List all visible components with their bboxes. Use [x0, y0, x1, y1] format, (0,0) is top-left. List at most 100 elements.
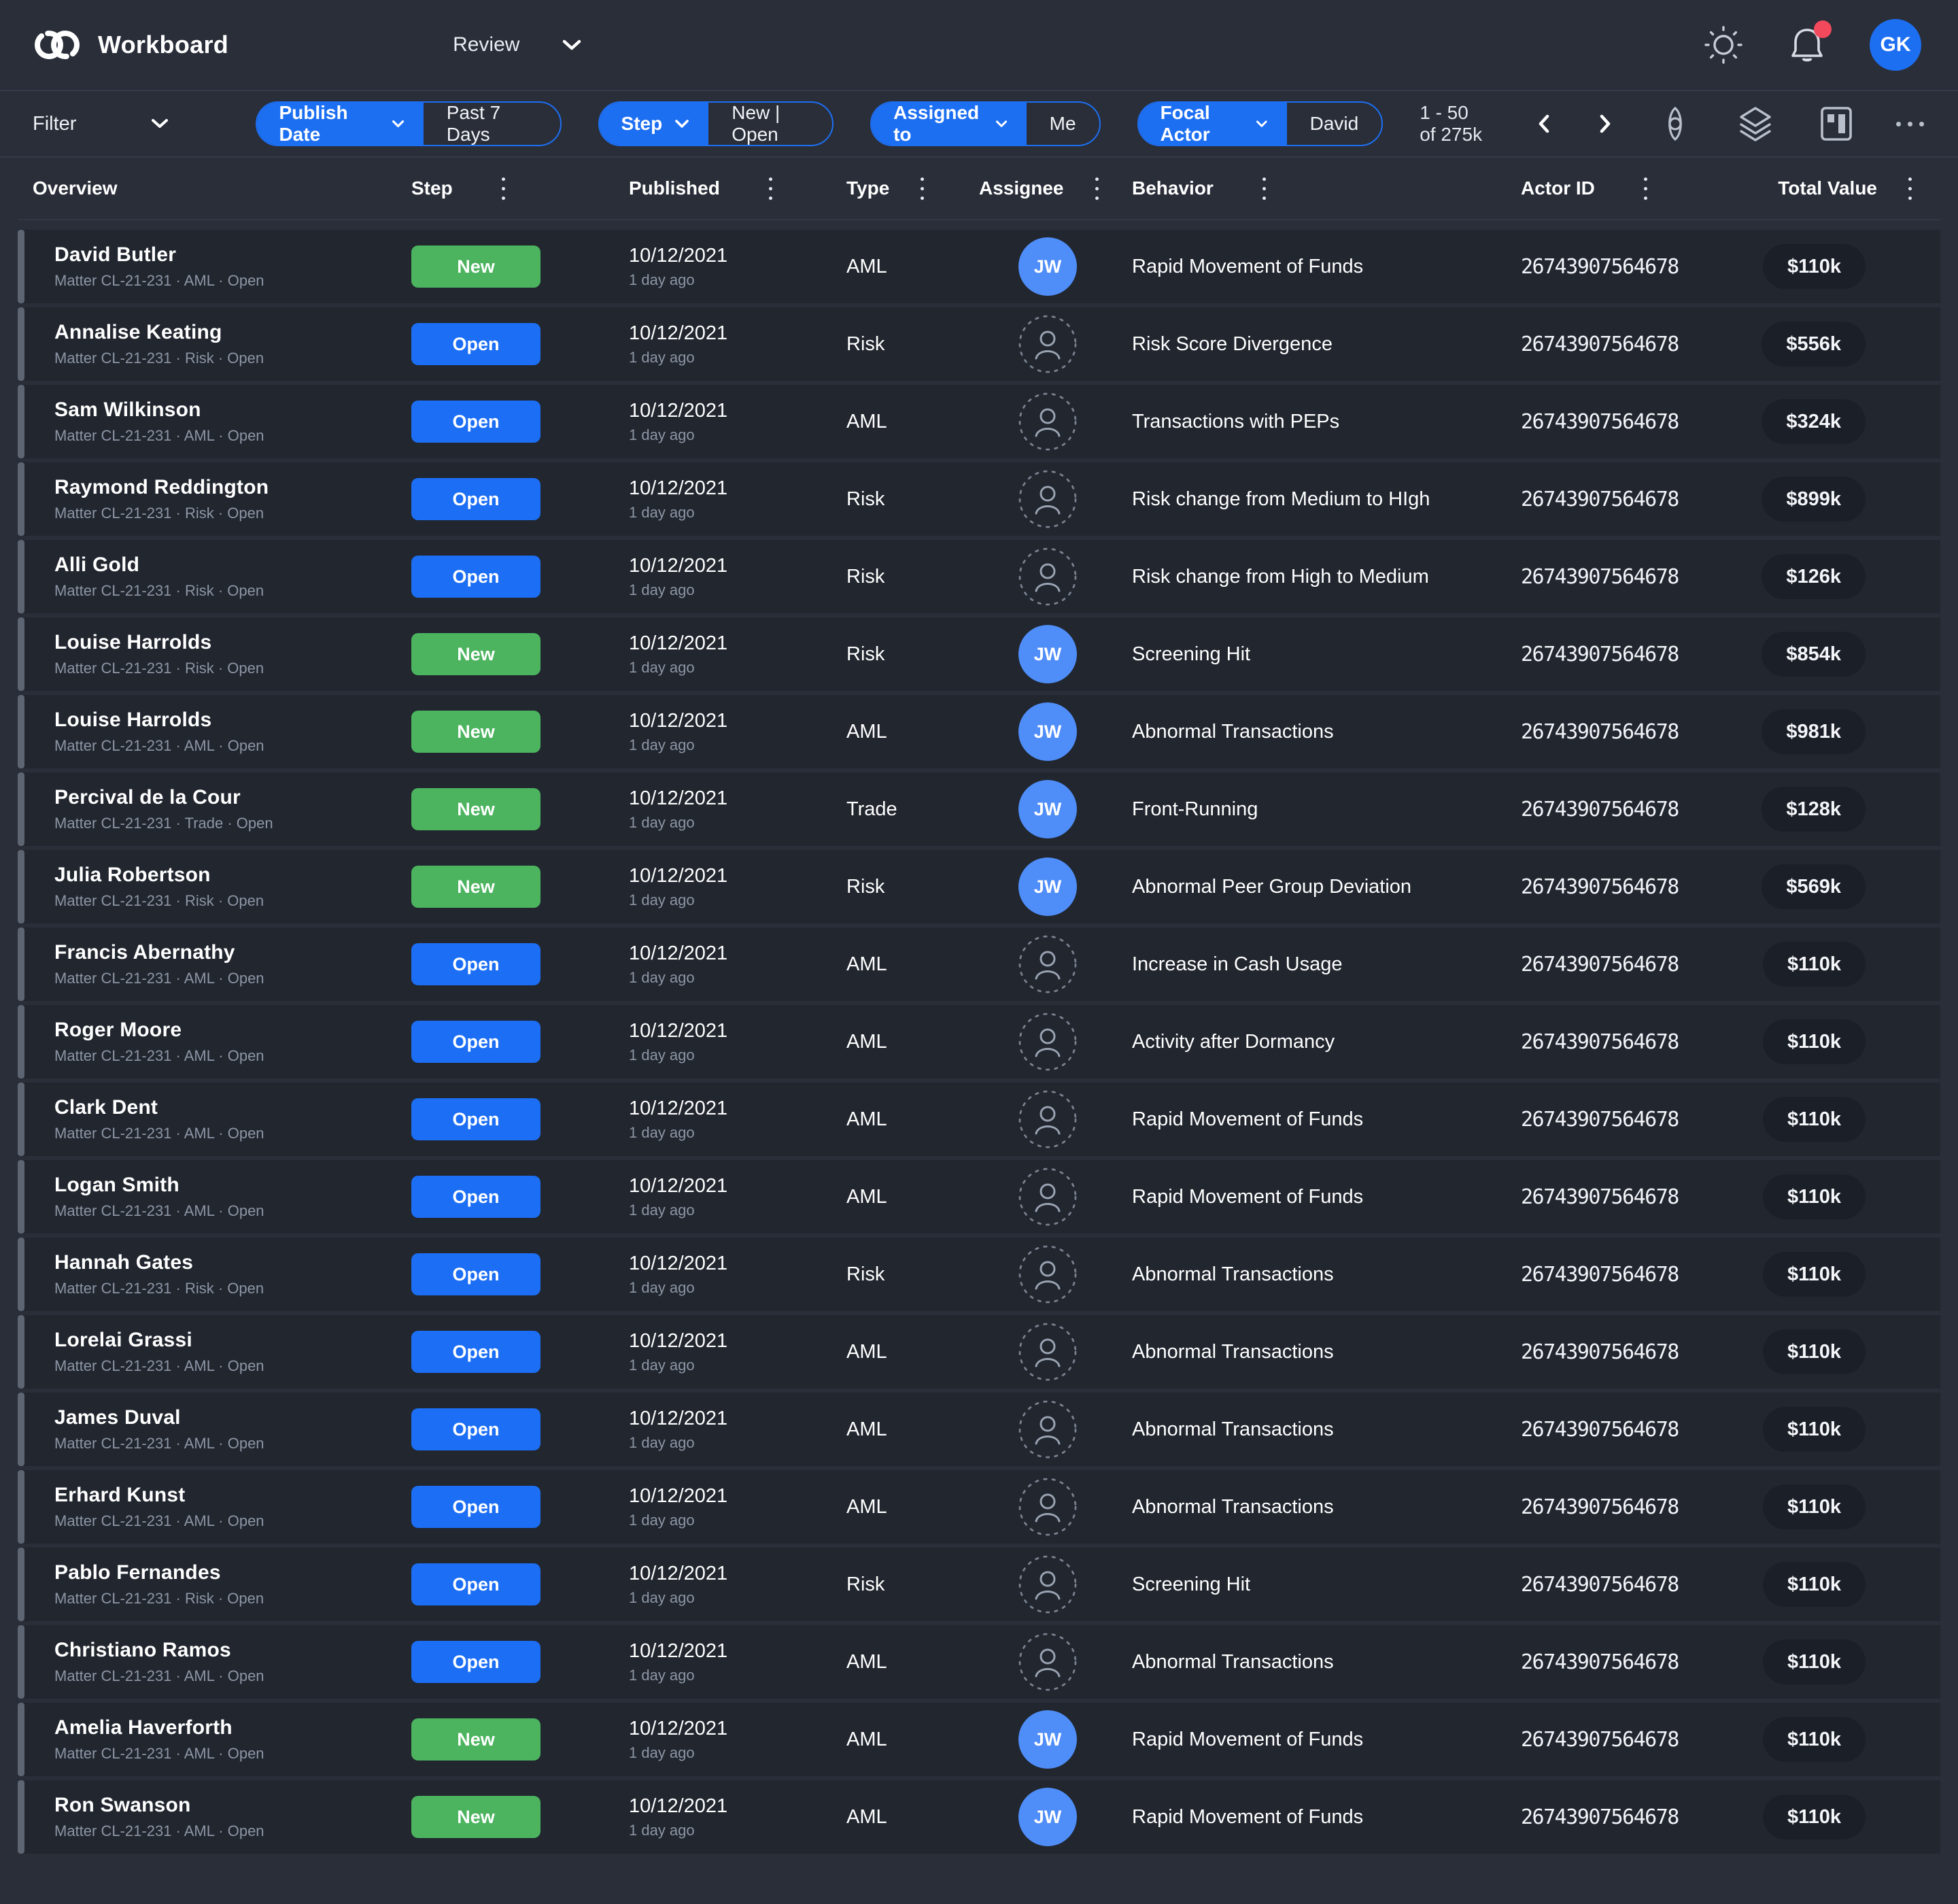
table-row[interactable]: Pablo Fernandes Matter CL-21-231 · Risk … [18, 1548, 1940, 1621]
assignee-avatar: JW [1018, 1788, 1077, 1846]
layers-icon[interactable] [1734, 101, 1776, 146]
more-options-icon[interactable] [1896, 122, 1924, 126]
total-value-badge: $110k [1763, 1562, 1866, 1607]
actor-id: 26743907564678 [1505, 488, 1730, 511]
type-label: Trade [831, 798, 963, 821]
type-label: Risk [831, 1574, 963, 1596]
table-row[interactable]: Louise Harrolds Matter CL-21-231 · AML ·… [18, 695, 1940, 768]
table-row[interactable]: Logan Smith Matter CL-21-231 · AML · Ope… [18, 1160, 1940, 1234]
matter-name: Alli Gold [54, 554, 264, 577]
step-badge: Open [411, 1331, 540, 1373]
brand: Workboard [33, 25, 228, 65]
column-menu-icon[interactable] [1258, 175, 1270, 203]
row-accent-bar [18, 540, 24, 613]
published-age: 1 day ago [629, 504, 831, 522]
notifications-bell-icon[interactable] [1788, 24, 1826, 65]
column-header-overview: Overview [18, 177, 396, 199]
assignee-avatar [1018, 1400, 1077, 1459]
step-badge: Open [411, 323, 540, 365]
table-row[interactable]: Ron Swanson Matter CL-21-231 · AML · Ope… [18, 1780, 1940, 1854]
behavior-label: Rapid Movement of Funds [1116, 1806, 1505, 1829]
published-date: 10/12/2021 [629, 1718, 831, 1740]
published-age: 1 day ago [629, 1512, 831, 1529]
behavior-label: Increase in Cash Usage [1116, 953, 1505, 976]
total-value-badge: $110k [1763, 1019, 1866, 1064]
column-menu-icon[interactable] [1091, 175, 1103, 203]
column-menu-icon[interactable] [498, 175, 509, 203]
row-accent-bar [18, 1393, 24, 1466]
table-row[interactable]: Amelia Haverforth Matter CL-21-231 · AML… [18, 1703, 1940, 1776]
matter-name: David Butler [54, 243, 264, 267]
actor-id: 26743907564678 [1505, 410, 1730, 434]
actor-id: 26743907564678 [1505, 1495, 1730, 1519]
table-row[interactable]: Lorelai Grassi Matter CL-21-231 · AML · … [18, 1315, 1940, 1389]
table-row[interactable]: Hannah Gates Matter CL-21-231 · Risk · O… [18, 1238, 1940, 1311]
row-accent-bar [18, 695, 24, 768]
pill-publish-date-value[interactable]: Past 7 Days [424, 103, 560, 145]
type-label: AML [831, 1496, 963, 1518]
pill-step-label[interactable]: Step [600, 103, 709, 145]
user-avatar[interactable]: GK [1870, 19, 1921, 71]
column-menu-icon[interactable] [916, 175, 928, 203]
column-header-step: Step [396, 175, 613, 203]
pagination-next-icon[interactable] [1594, 109, 1616, 138]
table-row[interactable]: Christiano Ramos Matter CL-21-231 · AML … [18, 1625, 1940, 1699]
theme-toggle-sun-icon[interactable] [1702, 24, 1745, 66]
nav-item-review[interactable]: Review [453, 33, 519, 56]
total-value-badge: $110k [1763, 1795, 1866, 1839]
main-nav: Review [453, 33, 582, 56]
table-row[interactable]: Roger Moore Matter CL-21-231 · AML · Ope… [18, 1005, 1940, 1078]
table-row[interactable]: Percival de la Cour Matter CL-21-231 · T… [18, 772, 1940, 846]
type-label: Risk [831, 1263, 963, 1286]
table-row[interactable]: Erhard Kunst Matter CL-21-231 · AML · Op… [18, 1470, 1940, 1544]
step-badge: Open [411, 1408, 540, 1450]
filter-toggle[interactable]: Filter [33, 113, 169, 135]
table-row[interactable]: Annalise Keating Matter CL-21-231 · Risk… [18, 307, 1940, 381]
table-row[interactable]: Sam Wilkinson Matter CL-21-231 · AML · O… [18, 385, 1940, 458]
table-row[interactable]: Raymond Reddington Matter CL-21-231 · Ri… [18, 462, 1940, 536]
published-date: 10/12/2021 [629, 942, 831, 965]
column-menu-icon[interactable] [1904, 175, 1916, 203]
filter-pill-step: Step New | Open [598, 101, 834, 146]
total-value-badge: $110k [1763, 1174, 1866, 1219]
board-view-icon[interactable] [1816, 102, 1857, 146]
type-label: AML [831, 1186, 963, 1208]
behavior-label: Front-Running [1116, 798, 1505, 821]
filter-bar: Filter Publish Date Past 7 Days Step New… [0, 91, 1958, 158]
column-menu-icon[interactable] [1640, 175, 1651, 203]
column-header-total-value: Total Value [1730, 175, 1940, 203]
type-label: AML [831, 1806, 963, 1829]
row-accent-bar [18, 617, 24, 691]
app-title: Workboard [98, 31, 228, 59]
column-header-assignee: Assignee [963, 175, 1116, 203]
step-badge: Open [411, 478, 540, 520]
table-row[interactable]: Clark Dent Matter CL-21-231 · AML · Open… [18, 1083, 1940, 1156]
behavior-label: Risk change from Medium to HIgh [1116, 488, 1505, 511]
table-row[interactable]: Alli Gold Matter CL-21-231 · Risk · Open… [18, 540, 1940, 613]
column-menu-icon[interactable] [765, 175, 776, 203]
table-row[interactable]: James Duval Matter CL-21-231 · AML · Ope… [18, 1393, 1940, 1466]
pill-assigned-to-value[interactable]: Me [1027, 103, 1099, 145]
table-row[interactable]: Francis Abernathy Matter CL-21-231 · AML… [18, 928, 1940, 1001]
pill-focal-actor-value[interactable]: David [1287, 103, 1382, 145]
published-age: 1 day ago [629, 969, 831, 987]
step-badge: Open [411, 1176, 540, 1218]
assignee-avatar: JW [1018, 780, 1077, 838]
total-value-badge: $110k [1763, 1717, 1866, 1762]
published-age: 1 day ago [629, 349, 831, 367]
pill-publish-date-label[interactable]: Publish Date [257, 103, 423, 145]
matter-name: Christiano Ramos [54, 1639, 264, 1662]
pill-step-value[interactable]: New | Open [708, 103, 832, 145]
pagination-prev-icon[interactable] [1533, 109, 1555, 138]
pill-focal-actor-label[interactable]: Focal Actor [1139, 103, 1287, 145]
view-eye-icon[interactable] [1655, 102, 1695, 146]
table-row[interactable]: David Butler Matter CL-21-231 · AML · Op… [18, 230, 1940, 303]
published-age: 1 day ago [629, 426, 831, 444]
pill-assigned-to-label[interactable]: Assigned to [872, 103, 1027, 145]
table-row[interactable]: Louise Harrolds Matter CL-21-231 · Risk … [18, 617, 1940, 691]
nav-chevron-down-icon[interactable] [562, 38, 582, 52]
actor-id: 26743907564678 [1505, 1728, 1730, 1752]
published-date: 10/12/2021 [629, 632, 831, 655]
table-row[interactable]: Julia Robertson Matter CL-21-231 · Risk … [18, 850, 1940, 923]
published-age: 1 day ago [629, 271, 831, 289]
